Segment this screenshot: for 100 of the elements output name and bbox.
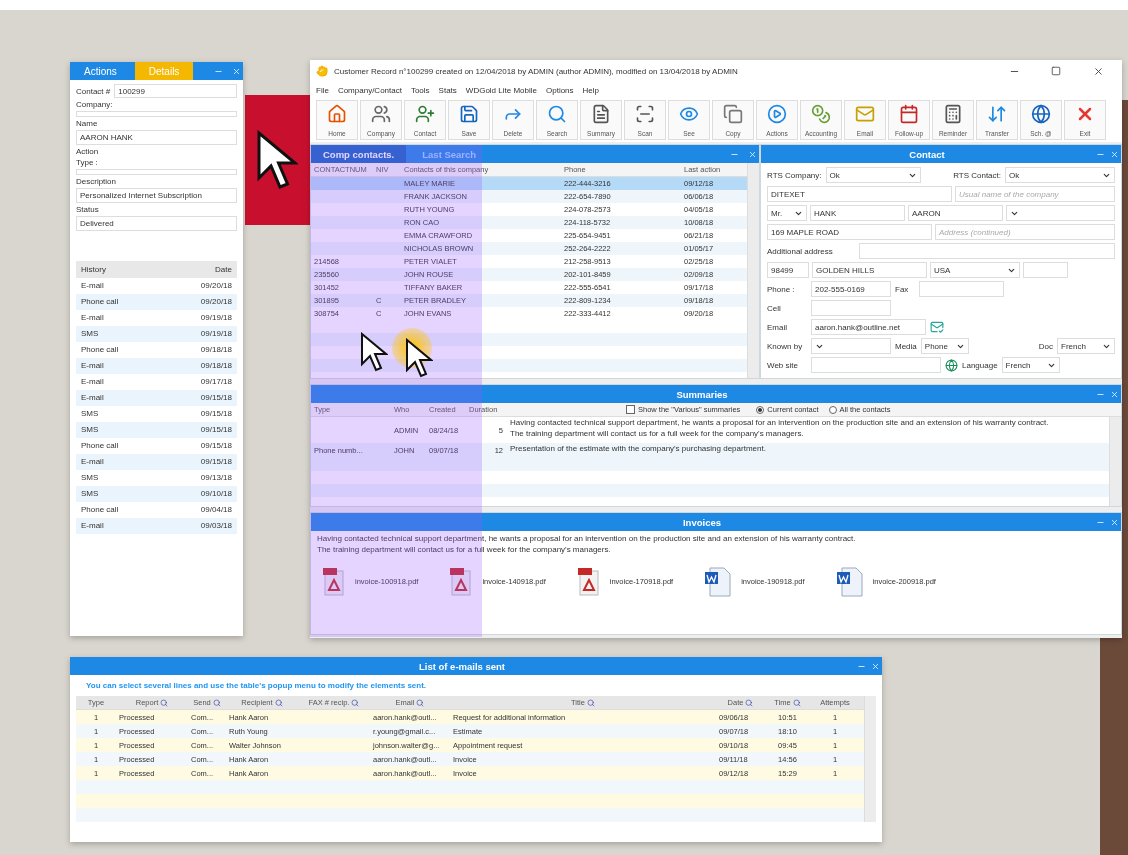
input-field[interactable]: [919, 281, 1004, 297]
input-field[interactable]: [76, 111, 237, 117]
hint-text: You can select several lines and use the table's popup menu to modify the elements sent.: [85, 680, 428, 692]
table-cell: SMS: [81, 409, 99, 419]
search-icon[interactable]: [586, 698, 595, 707]
input-field[interactable]: [811, 338, 891, 354]
table-cell: SMS: [81, 425, 99, 435]
search-icon[interactable]: [792, 698, 801, 707]
word-file-icon[interactable]: [705, 566, 732, 597]
table-row[interactable]: SMS 09/10/18: [76, 486, 237, 502]
menu-item[interactable]: WDGold Lite Mobile: [465, 85, 537, 95]
table-cell: Phone call: [81, 441, 119, 451]
input-field[interactable]: Personalized Internet Subscription: [76, 188, 237, 203]
input-field[interactable]: GOLDEN HILLS: [812, 262, 927, 278]
document-icon: [591, 104, 611, 124]
table-row[interactable]: Phone call 09/20/18: [76, 294, 237, 310]
input-field[interactable]: [859, 243, 1115, 259]
field-label: Doc: [1038, 341, 1053, 351]
scrollbar[interactable]: [1109, 417, 1121, 506]
table-cell: E-mail: [81, 361, 104, 371]
scrollbar[interactable]: [864, 696, 876, 822]
pdf-file-icon[interactable]: [450, 567, 473, 596]
input-field[interactable]: French: [1057, 338, 1115, 354]
menu-item[interactable]: Options: [546, 85, 574, 95]
input-field[interactable]: Ok: [1005, 167, 1115, 183]
window-title: Customer Record n°100299 created on 12/04/2018 by ADMIN (author ADMIN), modified on 13/04/2018 by ADMIN: [334, 66, 739, 76]
mail-check-icon[interactable]: [930, 320, 944, 334]
pdf-file-icon[interactable]: [577, 567, 600, 596]
search-icon[interactable]: [212, 698, 221, 707]
table-row[interactable]: SMS 09/15/18: [76, 422, 237, 438]
scrollbar[interactable]: [747, 163, 759, 378]
play-icon: [767, 104, 787, 124]
input-field[interactable]: 100299: [114, 84, 237, 98]
input-field[interactable]: 98499: [767, 262, 809, 278]
search-icon: [547, 104, 567, 124]
input-field[interactable]: DITEXET: [767, 186, 952, 202]
input-field[interactable]: 169 MAPLE ROAD: [767, 224, 932, 240]
input-field[interactable]: USA: [930, 262, 1020, 278]
search-icon[interactable]: [160, 698, 169, 707]
input-field[interactable]: [811, 300, 891, 316]
input-field[interactable]: [811, 357, 941, 373]
table-cell: 09/03/18: [200, 521, 232, 531]
summary-text: Having contacted technical support department, he wants a proposal for an intervention on the production site and an extension of his warranty contract. The training department will contact us for a full week for the company's managers.: [509, 417, 1050, 440]
table-cell: 09/15/18: [200, 441, 232, 451]
table-cell: 09/19/18: [200, 329, 232, 339]
table-row[interactable]: E-mail 09/03/18: [76, 518, 237, 534]
field-label: Cell: [767, 303, 782, 313]
menu-item[interactable]: File: [316, 85, 329, 95]
table-row[interactable]: [311, 359, 747, 372]
globe-icon[interactable]: [945, 358, 958, 372]
table-row[interactable]: SMS 09/19/18: [76, 326, 237, 342]
table-cell: 09/15/18: [200, 409, 232, 419]
menu-item[interactable]: Company/Contact: [337, 85, 402, 95]
coins-icon: [811, 104, 831, 124]
table-cell: E-mail: [81, 377, 104, 387]
table-cell: E-mail: [81, 521, 104, 531]
input-field[interactable]: Delivered: [76, 216, 237, 231]
input-field[interactable]: aaron.hank@outline.net: [811, 319, 926, 335]
menu-item[interactable]: Help: [582, 85, 599, 95]
input-field[interactable]: AARON: [908, 205, 1003, 221]
field-label: Company:: [76, 100, 114, 109]
table-cell: Phone call: [81, 505, 119, 515]
table-row[interactable]: E-mail 09/18/18: [76, 358, 237, 374]
table-row[interactable]: E-mail 09/15/18: [76, 454, 237, 470]
table-cell: 09/04/18: [200, 505, 232, 515]
field-label: Type :: [76, 158, 99, 167]
menu-item[interactable]: Tools: [410, 85, 430, 95]
menu-item[interactable]: Stats: [438, 85, 457, 95]
panel-tab[interactable]: Comp contacts.: [311, 145, 407, 163]
globe-icon: [1031, 104, 1051, 124]
table-cell: 09/18/18: [200, 345, 232, 355]
input-field[interactable]: HANK: [810, 205, 905, 221]
column-header: History: [81, 265, 106, 274]
table-row[interactable]: E-mail 09/15/18: [76, 390, 237, 406]
input-field[interactable]: [76, 169, 237, 175]
table-cell: 09/15/18: [200, 457, 232, 467]
search-icon[interactable]: [351, 698, 360, 707]
input-field[interactable]: [1023, 262, 1068, 278]
field-label: Description: [76, 177, 117, 186]
input-field[interactable]: [1006, 205, 1115, 221]
table-cell: 09/17/18: [200, 377, 232, 387]
table-cell: SMS: [81, 473, 99, 483]
table-cell: 09/10/18: [200, 489, 232, 499]
table-cell: 09/15/18: [200, 425, 232, 435]
field-label: Email: [767, 322, 788, 332]
window-title: List of e-mails sent: [417, 660, 507, 672]
input-field[interactable]: Phone: [920, 338, 969, 354]
input-field[interactable]: Ok: [825, 167, 921, 183]
table-cell: E-mail: [81, 457, 104, 467]
search-icon[interactable]: [416, 698, 425, 707]
search-icon[interactable]: [745, 698, 754, 707]
input-field[interactable]: Mr.: [767, 205, 807, 221]
pdf-file-icon[interactable]: [323, 567, 345, 596]
input-field[interactable]: French: [1001, 357, 1060, 373]
input-field[interactable]: AARON HANK: [76, 130, 237, 145]
input-field[interactable]: 202-555-0169: [811, 281, 891, 297]
envelope-icon: [855, 104, 875, 124]
search-icon[interactable]: [274, 698, 283, 707]
word-file-icon[interactable]: [836, 566, 863, 597]
field-label: Web site: [767, 360, 799, 370]
